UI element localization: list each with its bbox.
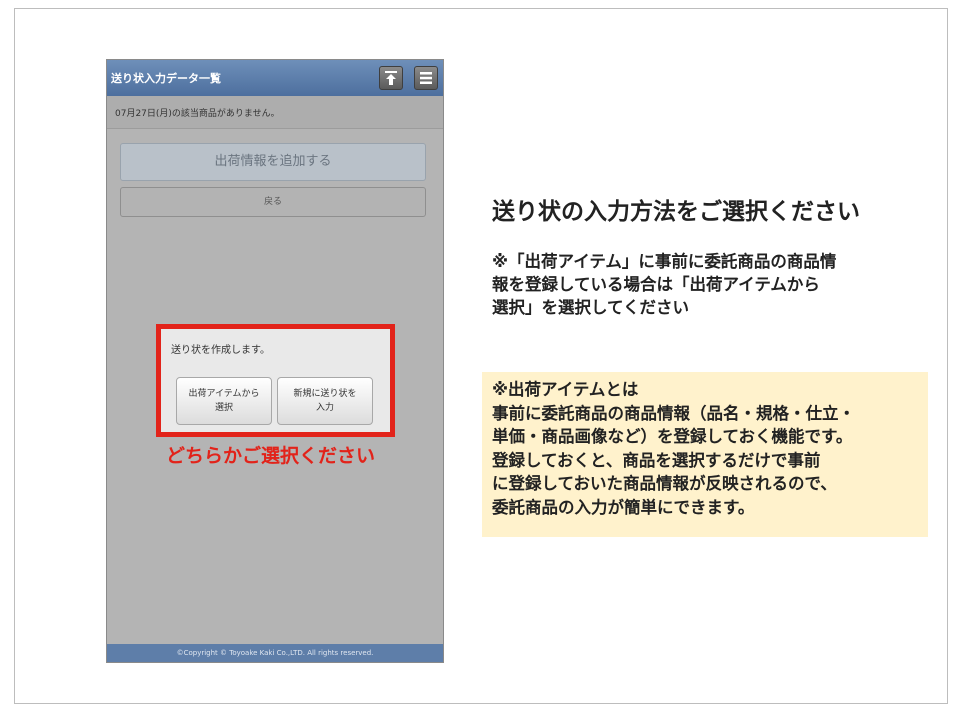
info-text: ※出荷アイテムとは 事前に委託商品の商品情報（品名・規格・仕立・ 単価・商品画像… — [492, 378, 855, 519]
info-line: 事前に委託商品の商品情報（品名・規格・仕立・ — [492, 403, 855, 423]
create-invoice-dialog: 送り状を作成します。 出荷アイテムから 選択 新規に送り状を 入力 — [161, 329, 390, 432]
main-heading: 送り状の入力方法をご選択ください — [492, 199, 860, 225]
page-title: 送り状入力データ一覧 — [111, 72, 221, 85]
selection-note: ※「出荷アイテム」に事前に委託商品の商品情 報を登録している場合は「出荷アイテム… — [492, 250, 932, 319]
copyright-footer: ©Copyright © Toyoake Kaki Co.,LTD. All r… — [107, 644, 443, 662]
info-line: ※出荷アイテムとは — [492, 380, 639, 399]
menu-button[interactable] — [414, 66, 438, 90]
shipping-item-info-box: ※出荷アイテムとは 事前に委託商品の商品情報（品名・規格・仕立・ 単価・商品画像… — [482, 372, 928, 537]
choose-either-caption: どちらかご選択ください — [166, 445, 376, 467]
info-line: 登録しておくと、商品を選択するだけで事前 — [492, 450, 821, 470]
menu-icon — [420, 72, 432, 84]
scroll-top-icon — [385, 71, 397, 85]
note-line: 選択」を選択してください — [492, 298, 690, 317]
notice-bar: 07月27日(月)の該当商品がありません。 — [107, 96, 443, 129]
note-line: 報を登録している場合は「出荷アイテムから — [492, 275, 820, 294]
add-shipping-info-button[interactable]: 出荷情報を追加する — [120, 143, 426, 181]
select-from-items-button[interactable]: 出荷アイテムから 選択 — [176, 377, 272, 425]
info-line: 委託商品の入力が簡単にできます。 — [492, 497, 755, 517]
note-line: ※「出荷アイテム」に事前に委託商品の商品情 — [492, 252, 837, 271]
info-line: に登録しておいた商品情報が反映されるので、 — [492, 474, 837, 493]
dialog-message: 送り状を作成します。 — [171, 345, 270, 356]
scroll-top-button[interactable] — [379, 66, 403, 90]
app-header: 送り状入力データ一覧 — [107, 60, 443, 96]
new-invoice-input-button[interactable]: 新規に送り状を 入力 — [277, 377, 373, 425]
info-line: 単価・商品画像など）を登録しておく機能です。 — [492, 427, 853, 446]
back-button[interactable]: 戻る — [120, 187, 426, 217]
no-items-notice: 07月27日(月)の該当商品がありません。 — [115, 109, 280, 119]
